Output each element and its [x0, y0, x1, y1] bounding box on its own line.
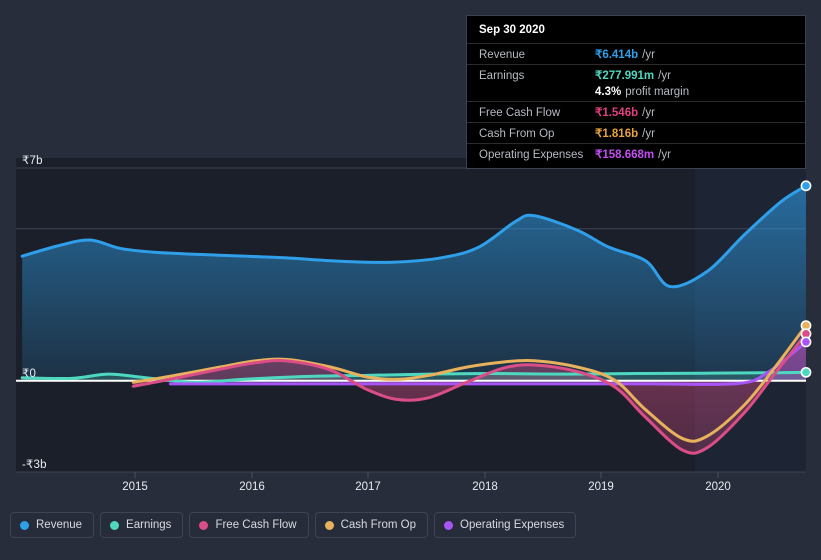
tooltip-row-value: ₹6.414b [595, 49, 639, 61]
tooltip-row-label: Cash From Op [479, 128, 555, 140]
legend-item-free-cash-flow[interactable]: Free Cash Flow [189, 512, 309, 538]
legend-item-operating-expenses[interactable]: Operating Expenses [434, 512, 577, 538]
tooltip-row-value: 4.3% [595, 86, 622, 98]
legend-color-dot-icon [110, 520, 120, 530]
legend-color-dot-icon [444, 520, 454, 530]
legend-item-label: Cash From Op [340, 519, 417, 531]
tooltip-row: Free Cash Flow ₹1.546b/yr [467, 101, 805, 122]
tooltip-row-unit: profit margin [625, 86, 690, 98]
legend-color-dot-icon [324, 520, 334, 530]
tooltip-row-unit: /yr [642, 107, 655, 119]
tooltip-row-unit: /yr [658, 149, 671, 161]
y-axis-tick-1: ₹0 [22, 367, 37, 380]
legend-color-dot-icon [20, 520, 29, 530]
tooltip-row: Earnings ₹277.991m/yr [467, 64, 805, 85]
legend-item-earnings[interactable]: Earnings [100, 512, 184, 538]
tooltip-row-label: Earnings [479, 70, 525, 82]
tooltip-row-value: ₹1.546b [595, 107, 639, 119]
legend-color-dot-icon [199, 520, 209, 530]
tooltip-row-label: Revenue [479, 49, 526, 61]
x-axis-tick-3: 2018 [472, 481, 498, 493]
x-axis-tick-0: 2015 [122, 481, 148, 493]
legend-item-label: Operating Expenses [460, 519, 565, 531]
y-axis-tick-2: -₹3b [22, 459, 47, 471]
legend-item-label: Earnings [126, 519, 172, 531]
tooltip-row-label: Free Cash Flow [479, 107, 561, 119]
tooltip-row-value: ₹158.668m [595, 149, 655, 161]
legend-item-label: Free Cash Flow [215, 519, 297, 531]
chart-legend[interactable]: Revenue Earnings Free Cash Flow Cash From O… [10, 512, 577, 538]
tooltip-row-value: ₹277.991m [595, 70, 655, 82]
x-axis-tick-1: 2016 [239, 481, 265, 493]
tooltip-row: 4.3% profit margin [467, 85, 805, 101]
chart-tooltip: Sep 30 2020 Revenue ₹6.414b/yr Earnings ₹27… [466, 15, 806, 169]
tooltip-rows: Revenue ₹6.414b/yr Earnings ₹277.991m/yr 4.3… [467, 43, 805, 164]
chart-page: ₹7b ₹0 -₹3b 2015 2016 2017 2018 2019 2020 Sep 3… [0, 0, 821, 560]
tooltip-row-label: Operating Expenses [479, 149, 584, 161]
legend-item-revenue[interactable]: Revenue [10, 512, 95, 538]
x-axis-tick-4: 2019 [588, 481, 614, 493]
x-axis-tick-5: 2020 [705, 481, 731, 493]
tooltip-date: Sep 30 2020 [479, 24, 545, 36]
tooltip-row-value: ₹1.816b [595, 128, 639, 140]
tooltip-row-unit: /yr [642, 49, 655, 61]
tooltip-row: Revenue ₹6.414b/yr [467, 43, 805, 64]
legend-item-cash-from-op[interactable]: Cash From Op [314, 512, 429, 538]
legend-item-label: Revenue [36, 519, 83, 531]
tooltip-row: Operating Expenses ₹158.668m/yr [467, 143, 805, 164]
tooltip-row-unit: /yr [658, 70, 671, 82]
x-axis-tick-2: 2017 [355, 481, 381, 493]
tooltip-row-unit: /yr [642, 128, 655, 140]
tooltip-row: Cash From Op ₹1.816b/yr [467, 122, 805, 143]
y-axis-tick-0: ₹7b [22, 155, 43, 167]
